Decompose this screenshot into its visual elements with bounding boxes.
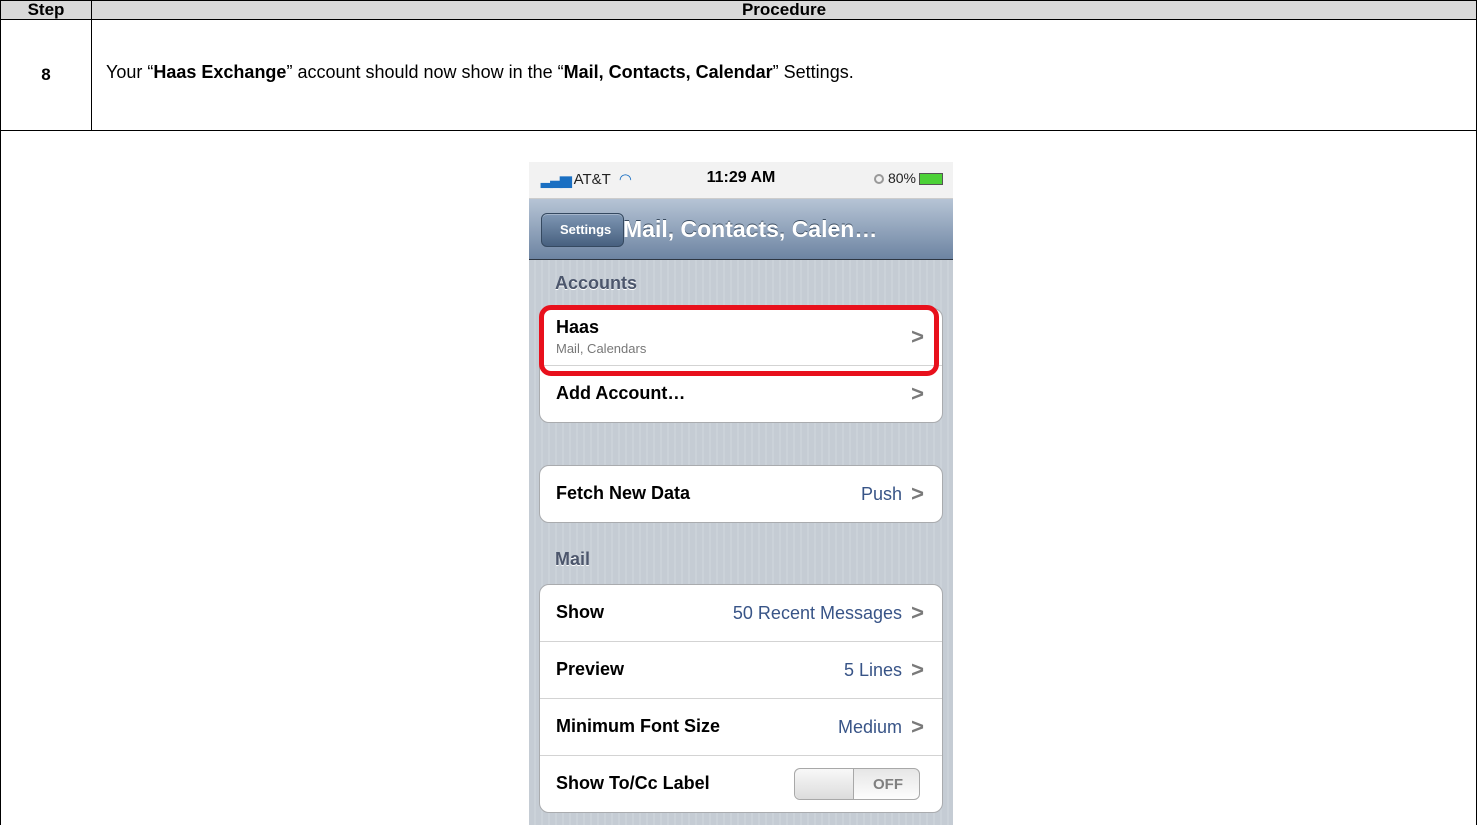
instruction-text-2: ” account should now show in the “ (286, 62, 564, 82)
battery-percent: 80% (887, 170, 916, 186)
toggle-state: OFF (873, 776, 903, 793)
nav-bar: Settings Mail, Contacts, Calen… (529, 199, 953, 260)
show-to-cc-toggle[interactable]: OFF (794, 768, 920, 800)
iphone-screenshot: ▂▃▅ AT&T ◠ 11:29 AM 80% Settings Mail, Con… (529, 162, 953, 825)
preview-value: 5 Lines (843, 660, 902, 680)
show-to-cc-label: Show To/Cc Label (556, 773, 710, 793)
chevron-right-icon: > (911, 714, 924, 739)
chevron-right-icon: > (911, 381, 924, 406)
instruction-settings-name: Mail, Contacts, Calendar (563, 62, 773, 82)
header-procedure: Procedure (741, 0, 827, 19)
min-font-size-label: Minimum Font Size (556, 716, 720, 736)
instruction-account-name: Haas Exchange (153, 62, 287, 82)
highlight-box (539, 305, 939, 376)
instruction-text-1: Your “ (106, 62, 154, 82)
fetch-new-data-row[interactable]: Fetch New Data Push > (540, 466, 942, 522)
toggle-knob (795, 769, 854, 799)
status-bar: ▂▃▅ AT&T ◠ 11:29 AM 80% (529, 162, 953, 199)
chevron-right-icon: > (911, 600, 924, 625)
fetch-value: Push (860, 484, 902, 504)
header-step: Step (1, 1, 92, 19)
min-font-size-row[interactable]: Minimum Font Size Medium > (540, 699, 942, 756)
battery-icon (919, 173, 943, 186)
rotation-lock-icon (873, 174, 884, 185)
mail-group: Show 50 Recent Messages > Preview 5 Line… (539, 584, 943, 813)
min-font-size-value: Medium (837, 717, 902, 737)
step-instruction: Your “Haas Exchange” account should now … (92, 19, 1476, 130)
section-label-mail: Mail (555, 549, 591, 569)
fetch-group: Fetch New Data Push > (539, 465, 943, 523)
settings-back-button[interactable]: Settings (541, 213, 625, 247)
table-header-row: Step Procedure (0, 0, 1477, 20)
preview-label: Preview (556, 659, 625, 679)
chevron-right-icon: > (911, 657, 924, 682)
show-to-cc-row: Show To/Cc Label OFF (540, 756, 942, 812)
fetch-label: Fetch New Data (556, 483, 691, 503)
section-label-accounts: Accounts (555, 273, 638, 293)
chevron-right-icon: > (911, 481, 924, 506)
show-row[interactable]: Show 50 Recent Messages > (540, 585, 942, 642)
show-label: Show (556, 602, 604, 622)
step-number: 8 (1, 19, 92, 130)
show-value: 50 Recent Messages (732, 603, 902, 623)
add-account-label: Add Account… (556, 383, 686, 403)
nav-title: Mail, Contacts, Calen… (623, 216, 878, 242)
instruction-text-3: ” Settings. (772, 62, 854, 82)
battery: 80% (873, 170, 943, 186)
table-row: 8 Your “Haas Exchange” account should no… (0, 19, 1477, 131)
preview-row[interactable]: Preview 5 Lines > (540, 642, 942, 699)
